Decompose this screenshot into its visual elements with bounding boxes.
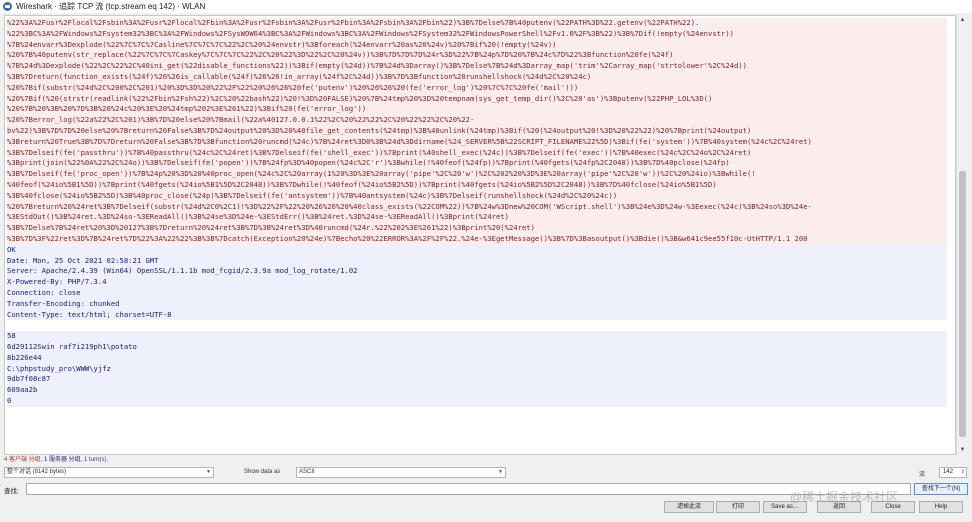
conversation-select[interactable]: 整个对话 (8142 bytes) ▼ — [4, 467, 214, 478]
find-input[interactable] — [26, 483, 911, 495]
chevron-down-icon: ▼ — [498, 469, 503, 475]
scrollbar-thumb[interactable] — [959, 171, 966, 437]
find-label: 查找: — [4, 488, 19, 495]
spin-arrows-icon[interactable]: ⇕ — [961, 468, 965, 477]
chevron-down-icon: ▼ — [206, 469, 211, 475]
scroll-up-arrow-icon[interactable]: ▲ — [957, 15, 968, 25]
server-stream-line: C:\phpstudy_pro\WWW\yjfz — [7, 363, 947, 375]
server-packet-count: 1 服务器 分组 — [44, 457, 81, 463]
server-stream-line: Connection: close — [7, 287, 947, 299]
client-stream-line: %7B%24envarr%3Dexplode(%22%7C%7C%7Caslin… — [7, 39, 947, 51]
turn-count: 1 turn(s). — [84, 457, 109, 463]
dialog-buttons: 滤掉此流 打印 Save as… 返回 Close Help — [0, 500, 972, 516]
client-stream-line: %3B%7Delseif(fe('proc_open'))%7B%24p%20%… — [7, 169, 947, 180]
vertical-scrollbar[interactable]: ▲ ▼ — [956, 15, 968, 455]
close-button[interactable]: Close — [871, 501, 915, 513]
server-stream-line: 609aa2b — [7, 385, 947, 396]
follow-tcp-stream-window: Wireshark · 追踪 TCP 流 (tcp.stream eq 142)… — [0, 0, 972, 522]
server-stream-line: Server: Apache/2.4.39 (Win64) OpenSSL/1.… — [7, 266, 947, 278]
back-button[interactable]: 返回 — [817, 501, 861, 513]
client-stream-line: %20%7Bif(%20(strstr(readlink(%22%2Fbin%2… — [7, 93, 947, 105]
client-stream-line: %20%7Breturn%20%24ret%3B%7Delseif(substr… — [7, 201, 947, 213]
options-row: 整个对话 (8142 bytes) ▼ Show data as ASCII ▼… — [4, 466, 968, 479]
server-stream-line: 6d29112Swin raf7i219ph1\potato — [7, 341, 947, 353]
client-stream-line: %3B%7Delseif(fe('passthru'))%7B%40passth… — [7, 147, 947, 159]
client-stream-line: %3Breturn%20True%3B%7D%7Dreturn%20False%… — [7, 136, 947, 148]
client-stream-line: %40feof(%24io%5B1%5D))%7Bprint(%40fgets(… — [7, 179, 947, 191]
wireshark-fin-icon — [3, 2, 12, 11]
server-stream-line: 8b226e44 — [7, 352, 947, 364]
client-stream-line: %22%3BC%3A%2FWindows%2Fsystem32%3BC%3A%2… — [7, 28, 947, 40]
client-stream-line: %20%7Berror_log(%22a%22%2C%201)%3B%7D%20… — [7, 115, 947, 126]
client-stream-line: %20%7B%20%3B%20%7D%3B%20%24c%20%3E%20%24… — [7, 104, 947, 116]
client-stream-line: bv%22)%3B%7D%7D%20else%20%7Breturn%20Fal… — [7, 125, 947, 137]
title-bar: Wireshark · 追踪 TCP 流 (tcp.stream eq 142)… — [0, 0, 972, 13]
show-data-as-select[interactable]: ASCII ▼ — [296, 467, 506, 478]
print-button[interactable]: 打印 — [716, 501, 760, 513]
server-stream-line: 0 — [7, 395, 947, 407]
client-packet-count: 4 客户端 分组 — [4, 457, 41, 463]
client-stream-line: %3B%7Delse%7B%24ret%20%3D%20127%3B%7Dret… — [7, 223, 947, 234]
stream-number-label: 流 — [919, 472, 926, 478]
stream-number-value: 142 — [943, 469, 954, 475]
server-stream-line: Content-Type: text/html; charset=UTF-8 — [7, 309, 947, 321]
client-stream-line: %20%7B%40putenv(str_replace(%22%7C%7C%7C… — [7, 50, 947, 62]
server-stream-line: 58 — [7, 331, 947, 342]
server-stream-line: OK — [7, 244, 947, 256]
scroll-down-arrow-icon[interactable]: ▼ — [957, 445, 968, 455]
client-stream-line: %22%3A%2Fusr%2Flocal%2Fsbin%3A%2Fusr%2Fl… — [7, 18, 947, 29]
show-data-as-value: ASCII — [299, 469, 315, 475]
client-stream-line: %3B%7Dreturn(function_exists(%24f)%26%26… — [7, 71, 947, 83]
client-stream-line: %3EStdOut()%3B%24ret.%3D%24so-%3EReadAll… — [7, 212, 947, 224]
window-title: Wireshark · 追踪 TCP 流 (tcp.stream eq 142)… — [16, 2, 206, 11]
client-stream-line: %7B%24d%3Dexplode(%22%2C%22%2C%40ini_get… — [7, 61, 947, 72]
find-next-button[interactable]: 查找下一个(N) — [914, 483, 968, 495]
stream-number-stepper[interactable]: 142 ⇕ — [939, 467, 967, 478]
stream-text: %22%3A%2Fusr%2Flocal%2Fsbin%3A%2Fusr%2Fl… — [7, 18, 947, 407]
help-button[interactable]: Help — [919, 501, 963, 513]
find-row: 查找: 查找下一个(N) — [4, 482, 968, 496]
client-stream-line: %20%7Bif(substr(%24d%2C%200%2C%201)%20%3… — [7, 82, 947, 94]
server-stream-line: 9db7f08c87 — [7, 374, 947, 386]
stream-content-pane[interactable]: %22%3A%2Fusr%2Flocal%2Fsbin%3A%2Fusr%2Fl… — [4, 15, 956, 455]
stream-status: 4 客户端 分组, 1 服务器 分组, 1 turn(s). — [4, 457, 109, 463]
server-stream-line: X-Powered-By: PHP/7.3.4 — [7, 277, 947, 288]
filter-out-button[interactable]: 滤掉此流 — [664, 501, 714, 513]
server-stream-line: Date: Mon, 25 Oct 2021 02:58:21 GMT — [7, 255, 947, 267]
server-stream-line: Transfer-Encoding: chunked — [7, 298, 947, 310]
show-data-as-label: Show data as — [244, 469, 281, 475]
conversation-select-value: 整个对话 (8142 bytes) — [7, 469, 67, 475]
save-as-button[interactable]: Save as… — [763, 501, 807, 513]
client-stream-line: %3B%40fclose(%24io%5B2%5D)%3B%40proc_clo… — [7, 190, 947, 202]
client-stream-line: %3Bprint(join(%22%0A%22%2C%24o))%3B%7Del… — [7, 158, 947, 170]
client-stream-line: %3B%7D%3F%22ret%3D%7B%24ret%7D%22%3A%22%… — [7, 233, 947, 245]
